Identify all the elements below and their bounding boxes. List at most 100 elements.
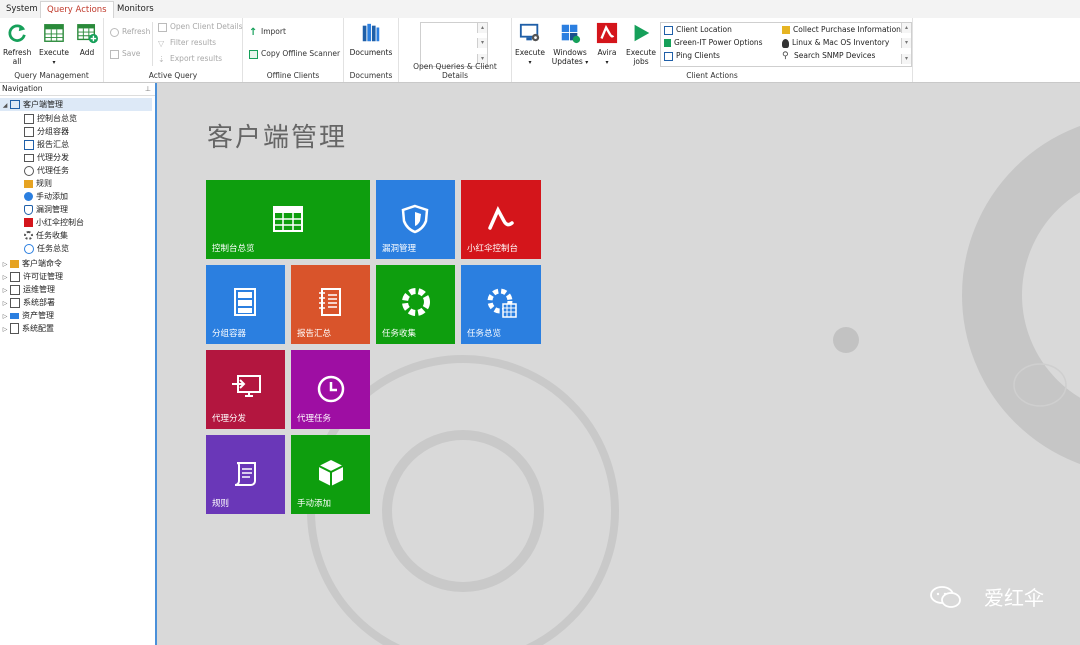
- tab-system[interactable]: System: [0, 1, 44, 17]
- tree-item[interactable]: 规则: [24, 177, 52, 190]
- report-icon: [24, 139, 34, 150]
- monitor-icon: [24, 153, 34, 162]
- tree-item[interactable]: 控制台总览: [24, 112, 77, 125]
- refresh-button[interactable]: Refresh: [110, 26, 150, 38]
- tree-item[interactable]: 手动添加: [24, 190, 68, 203]
- monitor-gear-icon: [519, 23, 540, 42]
- table-icon: [44, 24, 64, 42]
- tile-console-overview[interactable]: 控制台总览: [206, 180, 370, 259]
- tree-item[interactable]: 任务收集: [24, 229, 68, 242]
- green-it-item[interactable]: Green-IT Power Options: [664, 38, 763, 47]
- navigation-header: Navigation ⊥: [0, 83, 155, 96]
- tree-item[interactable]: ▷ 资产管理: [0, 309, 54, 322]
- client-location-item[interactable]: Client Location: [664, 25, 732, 35]
- group-active-query: Refresh Save Open Client Details ▽ Filter…: [104, 18, 243, 82]
- tree-item[interactable]: ▷ 许可证管理: [0, 270, 63, 283]
- ribbon: Refresh all Execute ▾ Add Query Managemen…: [0, 18, 1080, 83]
- cabinet-icon: [234, 288, 256, 316]
- wechat-icon: [930, 586, 961, 608]
- group-open-queries: ▴ ▾ ▾ Open Queries & Client Details: [399, 18, 512, 82]
- shield-icon: [24, 204, 33, 215]
- tab-query-actions[interactable]: Query Actions: [40, 1, 114, 19]
- scroll-up-button[interactable]: ▴: [477, 23, 487, 33]
- tree-item[interactable]: 报告汇总: [24, 138, 69, 151]
- copy-offline-scanner-button[interactable]: Copy Offline Scanner: [249, 48, 340, 60]
- tile-label: 代理分发: [212, 414, 247, 424]
- execute-jobs-button[interactable]: Execute jobs: [624, 22, 658, 66]
- tree-item[interactable]: ▷ 系统部署: [0, 296, 55, 309]
- tile-vulnerability[interactable]: 漏洞管理: [376, 180, 455, 259]
- tile-label: 代理任务: [297, 414, 332, 424]
- tile-label: 控制台总览: [212, 244, 255, 254]
- collapsed-arrow-icon[interactable]: ▷: [0, 323, 10, 336]
- avira-icon: [488, 206, 514, 230]
- tree-item[interactable]: 任务总览: [24, 242, 69, 255]
- filter-icon: ▽: [158, 38, 165, 48]
- tree-item[interactable]: 小红伞控制台: [24, 216, 84, 229]
- import-button[interactable]: ↑ Import: [249, 26, 286, 38]
- avira-button[interactable]: Avira ▾: [594, 22, 620, 67]
- group-client-actions: Execute ▾ Windows Updates ▾ Avira ▾ Execut…: [512, 18, 913, 82]
- scroll-down-button[interactable]: ▾: [477, 38, 487, 48]
- tile-label: 手动添加: [297, 499, 332, 509]
- export-icon: ⇣: [158, 54, 165, 64]
- save-button[interactable]: Save: [110, 48, 140, 60]
- tab-monitors[interactable]: Monitors: [111, 1, 160, 17]
- refresh-all-button[interactable]: Refresh all: [3, 22, 31, 66]
- linux-mac-item[interactable]: Linux & Mac OS Inventory: [782, 38, 889, 48]
- tile-label: 报告汇总: [297, 329, 332, 339]
- tile-rules[interactable]: 规则: [206, 435, 285, 514]
- tree-item[interactable]: ▷ 运维管理: [0, 283, 55, 296]
- add-table-icon: [77, 24, 98, 44]
- windows-updates-icon: [561, 24, 581, 44]
- scroll-up-button[interactable]: ▴: [901, 23, 911, 33]
- tree-item[interactable]: ▷ 客户端命令: [0, 257, 62, 270]
- filter-results-button[interactable]: ▽ Filter results: [158, 37, 216, 49]
- tree-item[interactable]: 代理任务: [24, 164, 69, 177]
- tree-root-client-management[interactable]: ◢ 客户端管理: [0, 98, 152, 111]
- tree-item[interactable]: ▷ 系统配置: [0, 322, 54, 335]
- clock-icon: [24, 165, 34, 176]
- tile-avira-console[interactable]: 小红伞控制台: [461, 180, 541, 259]
- config-icon: [10, 323, 19, 334]
- execute-client-button[interactable]: Execute ▾: [514, 22, 546, 67]
- group-label: Open Queries & Client Details: [413, 62, 497, 80]
- shield-icon: [401, 204, 429, 234]
- add-globe-icon: [24, 192, 33, 201]
- documents-button[interactable]: Documents: [348, 22, 394, 57]
- tile-group-container[interactable]: 分组容器: [206, 265, 285, 344]
- tile-report-summary[interactable]: 报告汇总: [291, 265, 370, 344]
- tile-label: 分组容器: [212, 329, 247, 339]
- main-panel: 客户端管理 控制台总览 漏洞管理 小红伞控制台 分组容器 报告汇总 任务收集 任…: [157, 83, 1080, 645]
- ping-clients-item[interactable]: Ping Clients: [664, 51, 720, 61]
- expanded-arrow-icon[interactable]: ◢: [0, 99, 10, 112]
- grid-icon: [24, 113, 34, 124]
- clock-icon: [317, 375, 345, 403]
- tile-agent-tasks[interactable]: 代理任务: [291, 350, 370, 429]
- more-button[interactable]: ▾: [901, 54, 911, 64]
- tile-task-overview[interactable]: 任务总览: [461, 265, 541, 344]
- scroll-down-button[interactable]: ▾: [901, 38, 911, 48]
- windows-updates-button[interactable]: Windows Updates ▾: [550, 22, 590, 67]
- license-icon: [10, 271, 20, 282]
- tree-item[interactable]: 分组容器: [24, 125, 69, 138]
- tile-task-collection[interactable]: 任务收集: [376, 265, 455, 344]
- search-snmp-item[interactable]: ⚲ Search SNMP Devices: [782, 51, 875, 61]
- tree-item[interactable]: 漏洞管理: [24, 203, 68, 216]
- open-client-details-button[interactable]: Open Client Details: [158, 21, 243, 33]
- network-icon: ⚲: [782, 50, 789, 61]
- tile-manual-add[interactable]: 手动添加: [291, 435, 370, 514]
- group-label: Documents: [349, 71, 393, 80]
- collect-purchase-item[interactable]: Collect Purchase Information: [782, 25, 901, 34]
- books-icon: [362, 23, 380, 42]
- add-query-button[interactable]: Add: [75, 22, 99, 57]
- tile-agent-distribution[interactable]: 代理分发: [206, 350, 285, 429]
- export-results-button[interactable]: ⇣ Export results: [158, 53, 222, 65]
- open-queries-list[interactable]: ▴ ▾ ▾: [420, 22, 488, 67]
- tree-item[interactable]: 代理分发: [24, 151, 69, 164]
- navigation-title: Navigation: [2, 84, 43, 93]
- execute-query-button[interactable]: Execute ▾: [37, 22, 71, 67]
- group-label: Offline Clients: [266, 71, 320, 80]
- scroll-icon: [234, 462, 256, 486]
- pin-icon[interactable]: ⊥: [145, 83, 151, 95]
